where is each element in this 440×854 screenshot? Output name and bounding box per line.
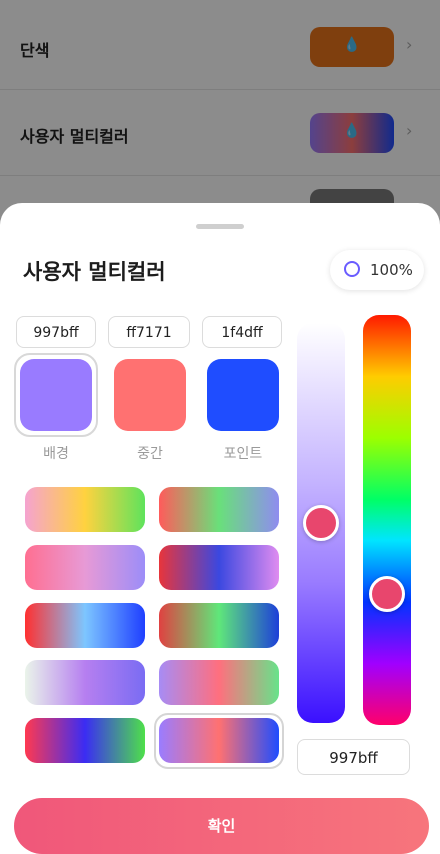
- gradient-preset[interactable]: [25, 487, 145, 532]
- point-color-tile[interactable]: [207, 359, 279, 431]
- gradient-preset[interactable]: [25, 718, 145, 763]
- color-picker-sheet: 사용자 멀티컬러 100% 997bff ff7171 1f4dff 배경 중간…: [0, 203, 440, 854]
- gradient-preset[interactable]: [159, 545, 279, 590]
- hue-slider-knob[interactable]: [369, 575, 405, 612]
- gradient-preset[interactable]: [159, 487, 279, 532]
- middle-hex-field[interactable]: ff7171: [108, 316, 190, 348]
- background-hex-field[interactable]: 997bff: [16, 316, 96, 348]
- hue-slider[interactable]: [363, 315, 411, 725]
- opacity-value: 100%: [370, 261, 413, 279]
- background-label: 배경: [43, 446, 69, 462]
- brightness-slider-knob[interactable]: [303, 505, 339, 541]
- gradient-preset[interactable]: [159, 718, 279, 763]
- opacity-icon: [344, 261, 360, 277]
- gradient-preset[interactable]: [159, 660, 279, 705]
- middle-label: 중간: [137, 446, 163, 462]
- background-color-tile[interactable]: [20, 359, 92, 431]
- middle-color-tile[interactable]: [114, 359, 186, 431]
- confirm-button[interactable]: 확인: [14, 798, 429, 854]
- brightness-slider[interactable]: [297, 323, 345, 723]
- gradient-preset[interactable]: [25, 660, 145, 705]
- point-hex-field[interactable]: 1f4dff: [202, 316, 282, 348]
- drag-handle[interactable]: [196, 224, 244, 229]
- gradient-preset[interactable]: [25, 603, 145, 648]
- sheet-title: 사용자 멀티컬러: [23, 260, 166, 284]
- gradient-preset[interactable]: [25, 545, 145, 590]
- opacity-button[interactable]: 100%: [330, 250, 424, 290]
- gradient-preset[interactable]: [159, 603, 279, 648]
- point-label: 포인트: [223, 446, 263, 462]
- hex-value-field[interactable]: 997bff: [297, 739, 410, 775]
